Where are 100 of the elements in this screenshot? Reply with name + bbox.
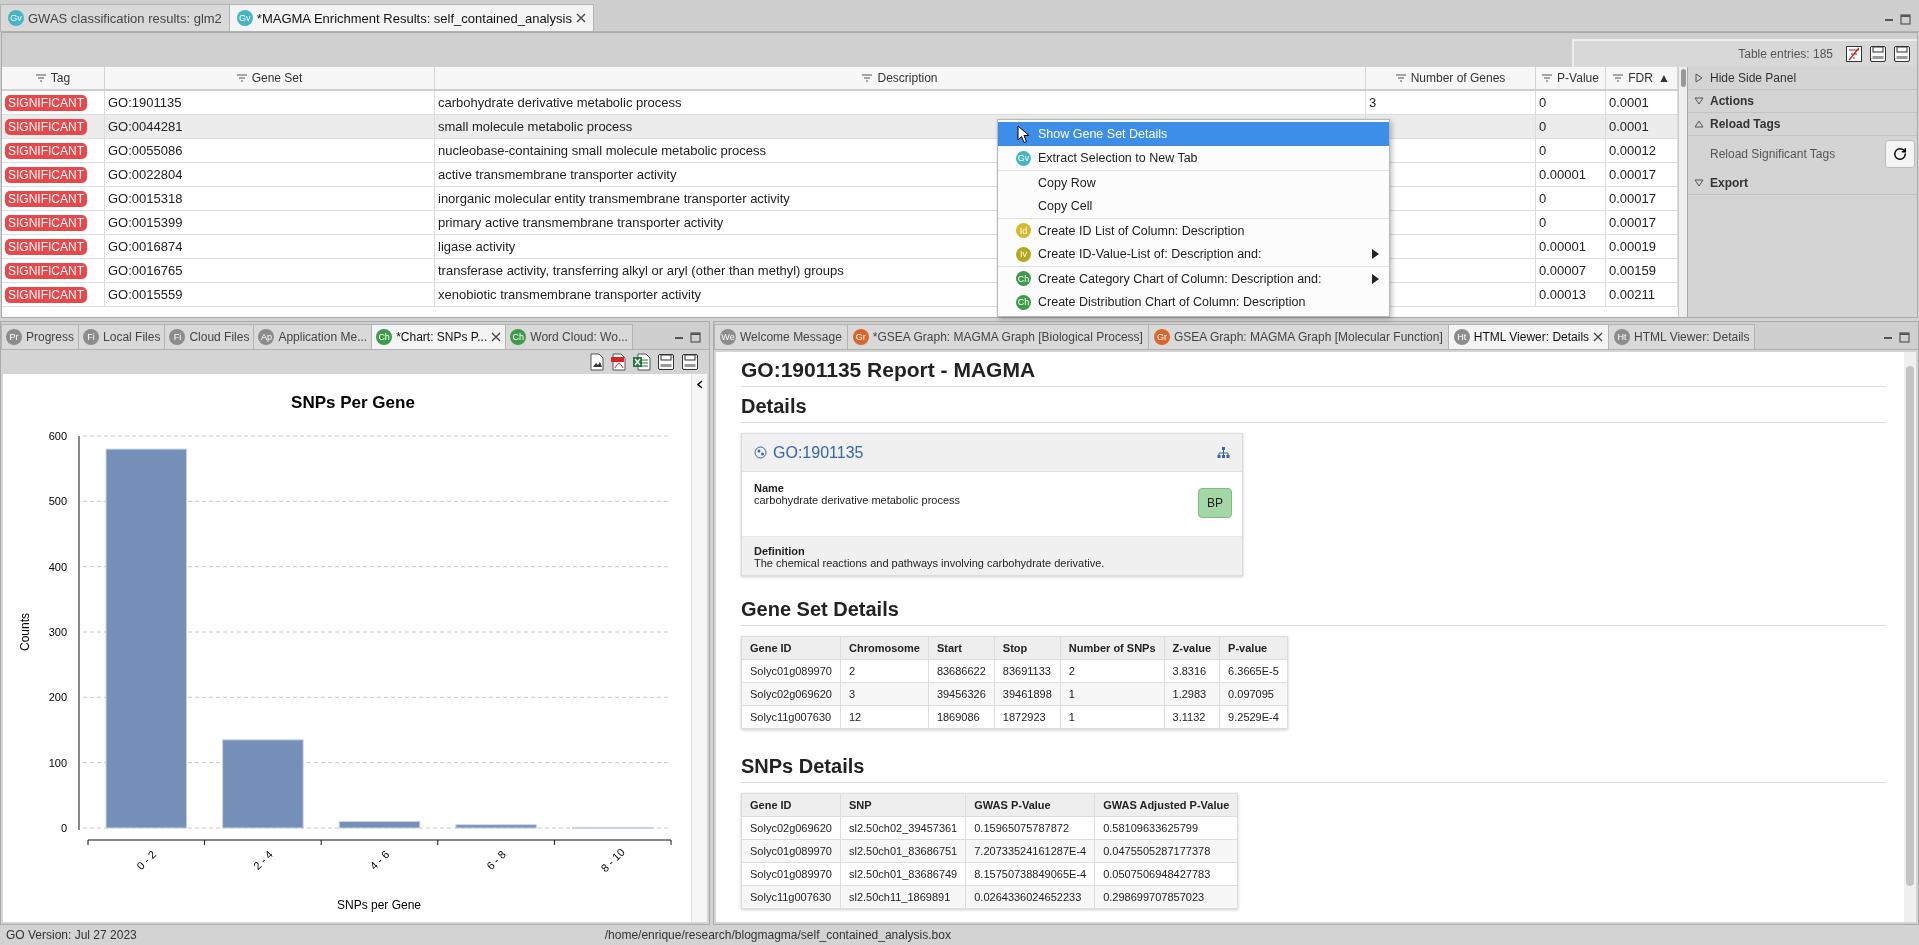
tab[interactable]: We Welcome Message: [714, 324, 848, 349]
tab[interactable]: Ht HTML Viewer: Details: [1447, 324, 1610, 349]
menu-item[interactable]: Id Create ID List of Column: Description: [998, 218, 1389, 242]
hierarchy-icon[interactable]: [1217, 446, 1230, 459]
significant-tag: SIGNIFICANT: [5, 118, 87, 135]
filter-icon: [236, 74, 247, 82]
close-icon[interactable]: [1593, 332, 1604, 342]
save-icon[interactable]: [681, 353, 699, 371]
scrollbar-thumb[interactable]: [1906, 366, 1914, 887]
maximize-icon[interactable]: [1900, 14, 1911, 25]
refresh-button[interactable]: [1885, 140, 1915, 168]
term-link[interactable]: GO:1901135: [773, 443, 864, 462]
tab[interactable]: Pr Progress: [1, 324, 80, 349]
save-icon[interactable]: [1893, 45, 1911, 63]
filter-icon: [1613, 74, 1624, 82]
submenu-arrow-icon: [1372, 249, 1379, 259]
table-cell: GO:0016874: [105, 235, 435, 258]
type-badge: Gv: [8, 10, 24, 26]
column-header[interactable]: Description: [435, 67, 1366, 89]
column-header: Chromosome: [840, 636, 929, 660]
maximize-icon[interactable]: [1899, 332, 1910, 343]
triangle-icon: [1694, 178, 1704, 188]
significant-tag: SIGNIFICANT: [5, 142, 87, 159]
section-header[interactable]: Reload Tags: [1688, 113, 1917, 136]
triangle-icon: [1694, 73, 1704, 83]
table-cell: GO:0015559: [105, 283, 435, 306]
column-header: GWAS P-Value: [965, 793, 1095, 817]
table-cell: Solyc01g089970: [741, 659, 841, 683]
tab[interactable]: Fi Cloud Files: [164, 324, 255, 349]
save-icon[interactable]: [1869, 45, 1887, 63]
section-header[interactable]: Export: [1688, 172, 1917, 195]
close-icon[interactable]: [575, 13, 586, 23]
type-badge: Pr: [6, 329, 22, 345]
collapse-icon[interactable]: [696, 380, 703, 389]
table-cell: 0.298699707857023: [1094, 885, 1238, 909]
hide-panel-toggle[interactable]: Hide Side Panel: [1688, 67, 1917, 90]
scrollbar-thumb[interactable]: [1680, 69, 1686, 87]
table-row[interactable]: SIGNIFICANT GO:1901135 carbohydrate derivative metabolic process 3 0 0.0001: [2, 91, 1678, 115]
column-header: GWAS Adjusted P-Value: [1094, 793, 1238, 817]
column-header[interactable]: Gene Set: [105, 67, 435, 89]
save-icon[interactable]: [657, 353, 675, 371]
tab[interactable]: Gr GSEA Graph: MAGMA Graph [Molecular Function]: [1147, 324, 1449, 349]
category-badge: BP: [1198, 488, 1232, 518]
significant-tag: SIGNIFICANT: [5, 214, 87, 231]
table-cell: 0: [1536, 139, 1606, 162]
axis-title: Counts: [18, 613, 32, 651]
axis-title: SNPs per Gene: [337, 898, 421, 912]
filter-icon: [1542, 74, 1553, 82]
column-header: Gene ID: [741, 636, 841, 660]
column-header[interactable]: Tag: [2, 67, 105, 89]
pdf-icon[interactable]: [611, 353, 627, 371]
table-cell: carbohydrate derivative metabolic process: [435, 91, 1366, 114]
chart-title: SNPs Per Gene: [291, 393, 415, 412]
table-cell: sl2.50ch01_83686749: [840, 862, 966, 886]
significant-tag: SIGNIFICANT: [5, 94, 87, 111]
term-icon: [754, 446, 767, 459]
table-cell: 1872923: [994, 705, 1061, 729]
tab[interactable]: Gv *MAGMA Enrichment Results: self_contained_analysis: [228, 4, 594, 31]
tab[interactable]: Gv GWAS classification results: glm2: [0, 4, 230, 31]
triangle-icon: [1694, 119, 1704, 129]
refresh-icon: [1893, 147, 1907, 161]
table-cell: 0: [1536, 91, 1606, 114]
tab[interactable]: Ap Application Me...: [253, 324, 373, 349]
table-cell: Solyc02g069620: [741, 816, 841, 840]
column-header[interactable]: Number of Genes: [1366, 67, 1536, 89]
table-cell: GO:0015318: [105, 187, 435, 210]
table-cell: sl2.50ch01_83686751: [840, 839, 966, 863]
type-badge: Gr: [1153, 329, 1170, 345]
field-label: Definition: [754, 545, 806, 557]
tab[interactable]: Gr *GSEA Graph: MAGMA Graph [Biological Process]: [846, 324, 1149, 349]
table-cell: 3: [1366, 91, 1536, 114]
table-cell: 0.0264336024652233: [965, 885, 1095, 909]
menu-item[interactable]: Copy Row: [998, 170, 1389, 194]
column-header[interactable]: P-Value: [1536, 67, 1606, 89]
tab[interactable]: Ch *Chart: SNPs P...: [371, 324, 507, 349]
tab[interactable]: Ht HTML Viewer: Details: [1608, 324, 1756, 349]
table-cell: GO:0044281: [105, 115, 435, 138]
type-badge: Gr: [852, 329, 869, 345]
column-header: P-value: [1219, 636, 1288, 660]
tick-label: 0 - 2: [134, 847, 159, 873]
clear-filter-icon[interactable]: [1845, 45, 1863, 63]
close-icon[interactable]: [491, 332, 502, 342]
table-cell: GO:0015399: [105, 211, 435, 234]
spreadsheet-icon[interactable]: [633, 353, 651, 371]
image-icon[interactable]: [589, 353, 605, 371]
tab[interactable]: Fi Local Files: [78, 324, 166, 349]
table-cell: 83691133: [994, 659, 1061, 683]
maximize-icon[interactable]: [690, 332, 701, 343]
sort-indicator: ▲: [1657, 71, 1670, 85]
table-cell: Solyc11g007630: [741, 885, 841, 909]
section-header[interactable]: Actions: [1688, 90, 1917, 113]
tab[interactable]: Ch Word Cloud: Wo...: [505, 324, 633, 349]
column-header: SNP: [840, 793, 966, 817]
type-badge: Iv: [1016, 246, 1031, 262]
mouse-pointer-icon: [1017, 125, 1030, 144]
file-path: /home/enrique/research/blogmagma/self_contained_analysis.box: [604, 928, 951, 942]
table-cell: Solyc01g089970: [741, 839, 841, 863]
menu-item[interactable]: Ch Create Category Chart of Column: Description and:: [998, 266, 1389, 290]
table-cell: 83686622: [928, 659, 995, 683]
type-badge: Id: [1016, 223, 1031, 238]
